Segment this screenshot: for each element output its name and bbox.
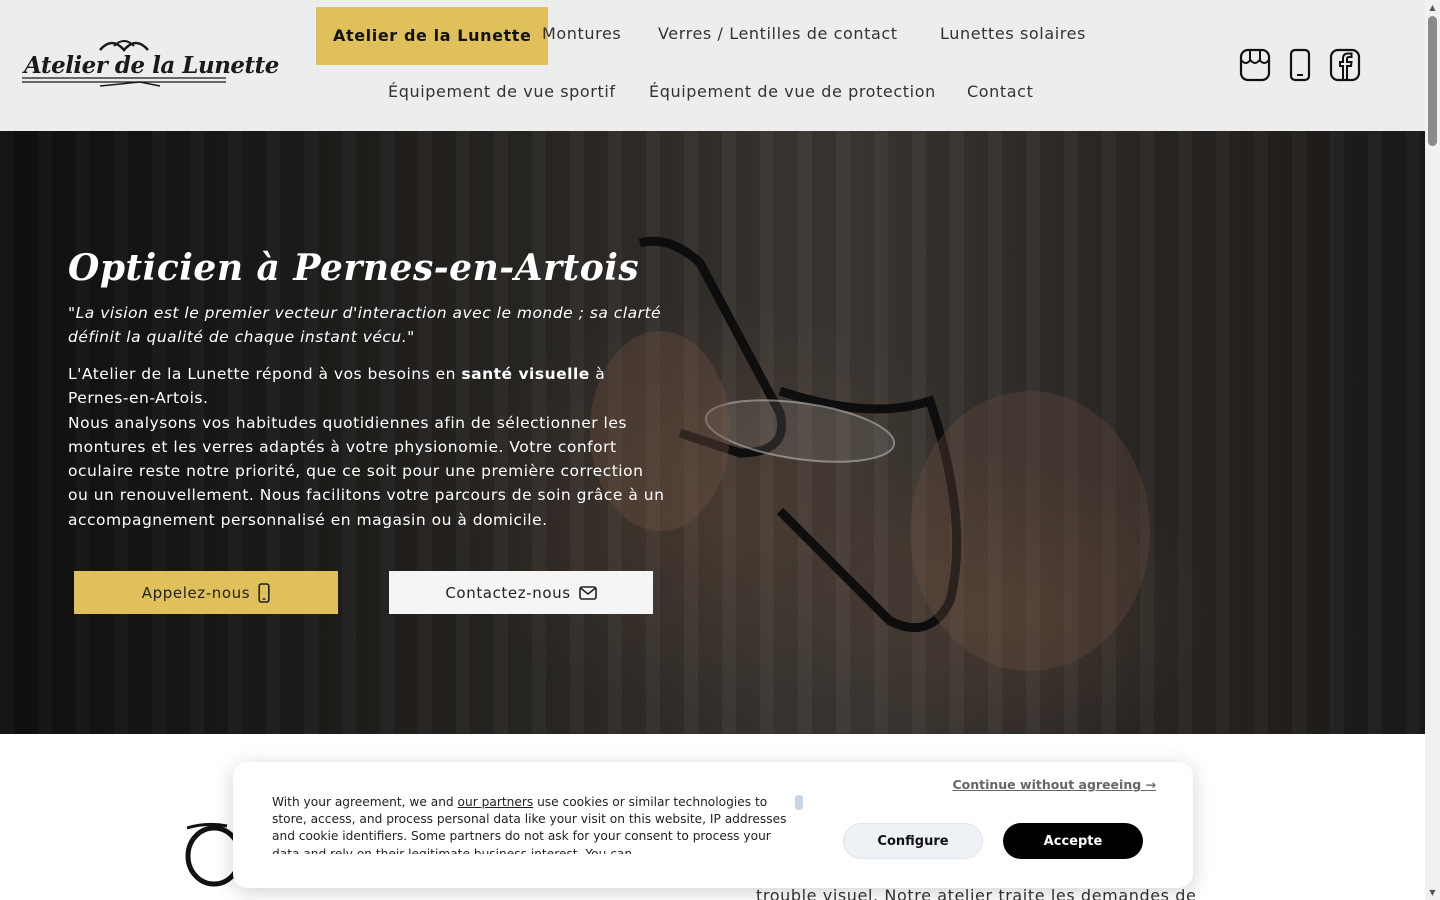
logo[interactable]: Atelier de la Lunette: [20, 34, 279, 96]
scroll-down-arrow[interactable]: ▼: [1428, 888, 1437, 897]
cookie-text: With your agreement, we and our partners…: [272, 795, 787, 854]
configure-button[interactable]: Configure: [843, 823, 983, 859]
call-button[interactable]: Appelez-nous: [74, 571, 338, 614]
contact-button[interactable]: Contactez-nous: [389, 571, 653, 614]
hero-title: Opticien à Pernes-en-Artois: [68, 247, 640, 289]
page-scrollbar[interactable]: ▲ ▼: [1425, 0, 1440, 900]
nav-item-atelier[interactable]: Atelier de la Lunette: [316, 7, 549, 65]
nav-item-equipement-protection[interactable]: Équipement de vue de protection: [649, 63, 936, 121]
scrollbar-thumb[interactable]: [1428, 16, 1437, 146]
storefront-icon[interactable]: [1239, 48, 1271, 82]
mobile-phone-icon[interactable]: [1288, 48, 1312, 82]
accept-button[interactable]: Accepte: [1003, 823, 1143, 859]
site-header: Atelier de la Lunette Atelier de la Lune…: [0, 0, 1425, 131]
scroll-up-arrow[interactable]: ▲: [1428, 3, 1437, 12]
nav-item-equipement-sportif[interactable]: Équipement de vue sportif: [388, 63, 616, 121]
hero-description: L'Atelier de la Lunette répond à vos bes…: [68, 365, 665, 529]
cookie-text-scrollbar[interactable]: [795, 795, 803, 810]
hero-section: Opticien à Pernes-en-Artois "La vision e…: [0, 131, 1425, 734]
hero-highlight: santé visuelle: [461, 365, 590, 383]
partners-link[interactable]: our partners: [458, 795, 534, 809]
nav-item-montures[interactable]: Montures: [542, 5, 621, 63]
cookie-banner: Continue without agreeing → With your ag…: [233, 762, 1193, 888]
mobile-phone-icon: [258, 582, 270, 603]
continue-without-agreeing-link[interactable]: Continue without agreeing →: [952, 777, 1156, 792]
hero-paragraph: Nous analysons vos habitudes quotidienne…: [68, 413, 665, 529]
logo-text: Atelier de la Lunette: [24, 52, 279, 79]
intro-text: trouble visuel. Notre atelier traite les…: [756, 886, 1197, 900]
nav-item-contact[interactable]: Contact: [967, 63, 1033, 121]
envelope-icon: [578, 585, 597, 600]
hero-quote: "La vision est le premier vecteur d'inte…: [68, 304, 662, 346]
facebook-icon[interactable]: [1329, 48, 1361, 82]
nav-item-lunettes-solaires[interactable]: Lunettes solaires: [940, 5, 1086, 63]
nav-item-verres-lentilles[interactable]: Verres / Lentilles de contact: [658, 5, 898, 63]
